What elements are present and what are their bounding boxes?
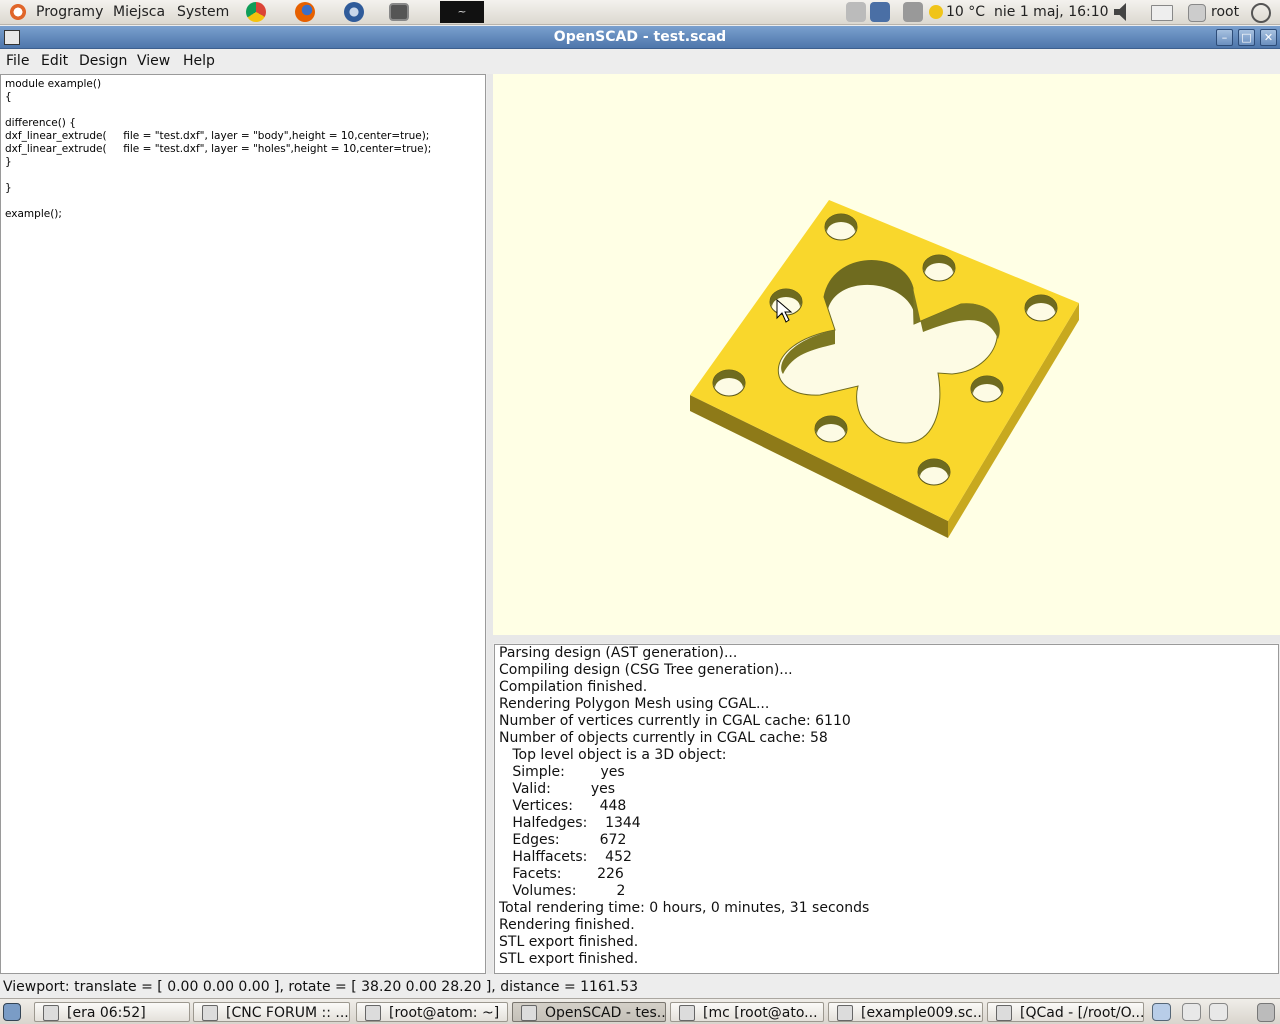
window-titlebar[interactable]: OpenSCAD - test.scad – □ ✕ [0,26,1280,49]
console-line: Top level object is a 3D object: [499,747,727,763]
mail-indicator-icon[interactable] [1151,5,1173,21]
console-line: Rendering finished. [499,917,635,933]
taskbar-task-label: [mc [root@ato... [703,1005,818,1021]
taskbar-task-label: [era 06:52] [67,1005,146,1021]
network-icon[interactable] [846,2,866,22]
panel-user[interactable]: root [1211,0,1239,24]
console-line: Parsing design (AST generation)... [499,645,738,661]
menu-design[interactable]: Design [79,49,127,73]
terminal-icon [679,1005,695,1021]
taskbar-task-label: [CNC FORUM :: ... [226,1005,349,1021]
console-line: Number of vertices currently in CGAL cac… [499,713,851,729]
panel-menu-applications[interactable]: Programy [36,0,103,24]
panel-menu-places[interactable]: Miejsca [113,0,165,24]
taskbar-task[interactable]: [root@atom: ~] [356,1002,508,1022]
thunderbird-icon[interactable] [344,2,364,22]
taskbar-task-label: OpenSCAD - tes... [545,1005,666,1021]
taskbar: [era 06:52] [CNC FORUM :: ... [root@atom: … [0,998,1280,1024]
taskbar-task[interactable]: [QCad - [/root/O... [987,1002,1144,1022]
chrome-icon[interactable] [246,2,266,22]
menu-help[interactable]: Help [183,49,215,73]
mail-icon [43,1005,59,1021]
firefox-icon[interactable] [295,2,315,22]
model-render[interactable] [493,74,1280,635]
close-icon[interactable]: ✕ [1260,29,1277,46]
taskbar-task-label: [example009.sc... [861,1005,983,1021]
monitor-icon[interactable] [389,3,409,21]
console-line: Number of objects currently in CGAL cach… [499,730,828,746]
console-line: STL export finished. [499,934,639,950]
status-bar: Viewport: translate = [ 0.00 0.00 0.00 ]… [0,976,1280,998]
taskbar-task[interactable]: [mc [root@ato... [670,1002,824,1022]
menubar: File Edit Design View Help [0,49,1280,73]
update-icon[interactable] [870,2,890,22]
ubuntu-logo-icon[interactable] [8,2,28,22]
user-avatar-icon[interactable] [1188,4,1206,22]
window-icon [521,1005,537,1021]
panel-menu-system[interactable]: System [177,0,229,24]
terminal-icon [365,1005,381,1021]
workspace-1-icon[interactable] [1152,1003,1171,1021]
console-line: Vertices: 448 [499,798,627,814]
taskbar-task[interactable]: [CNC FORUM :: ... [193,1002,350,1022]
qcad-icon [996,1005,1012,1021]
show-desktop-icon[interactable] [3,1003,21,1021]
taskbar-task[interactable]: OpenSCAD - tes... [512,1002,666,1022]
console-line: Halfedges: 1344 [499,815,641,831]
workspace-3-icon[interactable] [1209,1003,1228,1021]
console-line: Valid: yes [499,781,616,797]
console-line: Facets: 226 [499,866,624,882]
taskbar-task-label: [QCad - [/root/O... [1020,1005,1144,1021]
display-icon[interactable] [903,2,923,22]
top-panel: Programy Miejsca System ~ 10 °C nie 1 ma… [0,0,1280,25]
taskbar-task[interactable]: [example009.sc... [828,1002,983,1022]
horizontal-splitter[interactable] [493,635,1280,643]
console-line: Simple: yes [499,764,625,780]
console-line: Halffacets: 452 [499,849,632,865]
chrome-icon [202,1005,218,1021]
console-line: Edges: 672 [499,832,627,848]
window-title: OpenSCAD - test.scad [553,29,727,45]
taskbar-task-label: [root@atom: ~] [389,1005,500,1021]
code-editor[interactable]: module example() { difference() { dxf_li… [0,74,486,974]
console-line: Compilation finished. [499,679,648,695]
minimize-icon[interactable]: – [1216,29,1233,46]
panel-clock[interactable]: nie 1 maj, 16:10 [994,0,1109,24]
menu-view[interactable]: View [137,49,170,73]
menu-edit[interactable]: Edit [41,49,68,73]
liquid-icon[interactable]: ~ [440,1,484,23]
editor-icon [837,1005,853,1021]
console-line: STL export finished. [499,951,639,967]
trash-icon[interactable] [1257,1003,1275,1022]
taskbar-task[interactable]: [era 06:52] [34,1002,190,1022]
power-icon[interactable] [1251,3,1271,23]
console-line: Rendering Polygon Mesh using CGAL... [499,696,770,712]
weather-temp[interactable]: 10 °C [946,0,985,24]
maximize-icon[interactable]: □ [1238,29,1255,46]
editor-code[interactable]: module example() { difference() { dxf_li… [1,75,485,224]
workspace-2-icon[interactable] [1182,1003,1201,1021]
console-line: Compiling design (CSG Tree generation)..… [499,662,793,678]
menu-file[interactable]: File [6,49,29,73]
console-line: Volumes: 2 [499,883,626,899]
console-line: Total rendering time: 0 hours, 0 minutes… [499,900,870,916]
volume-icon[interactable] [1114,3,1126,21]
weather-icon[interactable] [929,5,943,19]
console-output[interactable]: Parsing design (AST generation)... Compil… [494,644,1279,974]
3d-viewport[interactable] [493,74,1280,635]
